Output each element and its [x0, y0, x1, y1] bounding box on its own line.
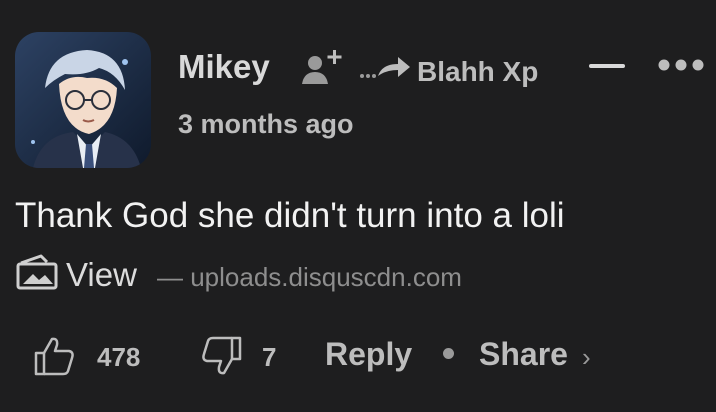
follow-user-icon[interactable] [300, 46, 348, 91]
reply-arrow-icon [358, 52, 414, 87]
upvote-count: 478 [97, 342, 141, 372]
reply-button[interactable]: Reply [325, 336, 412, 373]
reply-to-user[interactable]: Blahh Xp [417, 56, 538, 88]
chevron-right-icon[interactable]: › [582, 342, 591, 373]
separator-dot [443, 348, 454, 359]
thumbs-down-icon[interactable] [200, 335, 244, 382]
share-button[interactable]: Share [479, 336, 568, 373]
author-name[interactable]: Mikey [178, 48, 270, 86]
media-image-icon[interactable] [15, 254, 59, 295]
more-options-icon[interactable] [657, 58, 707, 77]
comment-text: Thank God she didn't turn into a loli [15, 196, 565, 235]
media-view-link[interactable]: View [66, 256, 137, 294]
thumbs-up-icon[interactable] [32, 335, 76, 382]
timestamp[interactable]: 3 months ago [178, 109, 354, 140]
downvote-count: 7 [262, 342, 277, 372]
collapse-icon[interactable] [589, 64, 625, 68]
avatar[interactable] [15, 32, 151, 168]
media-source: — uploads.disquscdn.com [157, 262, 462, 292]
